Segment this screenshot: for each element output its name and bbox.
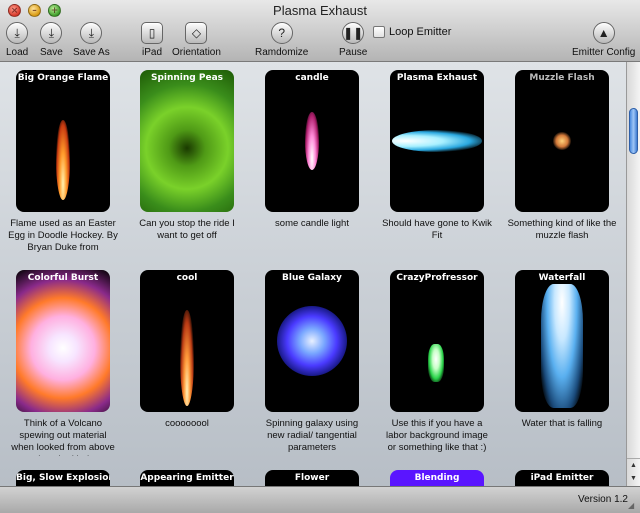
emitter-desc: Something kind of like the muzzle flash — [507, 218, 617, 241]
emitter-card-flower[interactable]: Flower — [265, 470, 359, 486]
emitter-name: Blue Galaxy — [282, 273, 342, 283]
emitter-desc: Flame used as an Easter Egg in Doodle Ho… — [8, 218, 118, 253]
vertical-scrollbar[interactable]: ▲ ▼ — [626, 62, 640, 486]
waterfall-effect — [541, 284, 583, 408]
candle-effect — [305, 112, 319, 170]
save-label: Save — [40, 47, 63, 58]
plasma-effect — [392, 130, 482, 152]
emitter-card-ipad-emitter[interactable]: iPad Emitter — [515, 470, 609, 486]
flame-effect — [56, 120, 70, 200]
window-title: Plasma Exhaust — [273, 3, 367, 18]
emitter-name: candle — [295, 73, 329, 83]
emitter-card-blending[interactable]: Blending — [390, 470, 484, 486]
emitter-name: iPad Emitter — [530, 473, 594, 483]
emitter-grid: Big Orange Flame Flame used as an Easter… — [0, 62, 626, 486]
version-label: Version 1.2 — [577, 494, 628, 505]
resize-grip-icon[interactable]: ◢ — [628, 501, 638, 511]
emitter-desc: Spinning galaxy using new radial/ tangen… — [265, 418, 359, 453]
randomize-button[interactable]: ? Ramdomize — [255, 22, 308, 58]
emitter-desc: Can you stop the ride I want to get off — [139, 218, 235, 241]
emitter-desc: Use this if you have a labor background … — [386, 418, 488, 453]
emitter-name: Colorful Burst — [27, 273, 99, 283]
orientation-button[interactable]: ◇ Orientation — [172, 22, 221, 58]
load-icon: ⤓ — [6, 22, 29, 44]
save-as-button[interactable]: ⤓ Save As — [73, 22, 110, 58]
scrollbar-thumb[interactable] — [629, 108, 638, 154]
emitter-name: Muzzle Flash — [529, 73, 595, 83]
emitter-desc: coooooool — [165, 418, 209, 429]
emitter-card-waterfall[interactable]: Waterfall — [515, 270, 609, 412]
pause-label: Pause — [339, 47, 368, 58]
emitter-desc: Water that is falling — [521, 418, 603, 429]
emitter-card-crazy-professor[interactable]: CrazyProfressor — [390, 270, 484, 412]
status-bar: Version 1.2 ◢ — [0, 486, 640, 513]
emitter-name: Blending — [414, 473, 460, 483]
emitter-card-plasma-exhaust[interactable]: Plasma Exhaust — [390, 70, 484, 212]
emitter-config-label: Emitter Config — [572, 47, 636, 58]
emitter-card-candle[interactable]: candle — [265, 70, 359, 212]
save-button[interactable]: ⤓ Save — [40, 22, 63, 58]
orientation-icon: ◇ — [185, 22, 208, 44]
ipad-label: iPad — [141, 47, 162, 58]
emitter-card-big-slow-explosion[interactable]: Big, Slow Explosion — [16, 470, 110, 486]
loop-emitter-label: Loop Emitter — [389, 26, 452, 38]
galaxy-effect — [277, 306, 347, 376]
emitter-card-appearing-emitter[interactable]: Appearing Emitter — [140, 470, 234, 486]
emitter-name: Big, Slow Explosion — [16, 473, 110, 483]
emitter-card-blue-galaxy[interactable]: Blue Galaxy — [265, 270, 359, 412]
emitter-card-big-orange-flame[interactable]: Big Orange Flame — [16, 70, 110, 212]
emitter-config-button[interactable]: ▲ Emitter Config — [572, 22, 635, 58]
orientation-label: Orientation — [172, 47, 221, 58]
emitter-card-muzzle-flash[interactable]: Muzzle Flash — [515, 70, 609, 212]
emitter-name: cool — [176, 273, 198, 283]
scroll-arrows[interactable]: ▲ ▼ — [627, 458, 640, 486]
emitter-name: Flower — [294, 473, 330, 483]
save-as-icon: ⤓ — [80, 22, 103, 44]
toolbar: × – + Plasma Exhaust ⤓ Load ⤓ Save ⤓ Sav… — [0, 0, 640, 62]
emitter-card-spinning-peas[interactable]: Spinning Peas — [140, 70, 234, 212]
load-button[interactable]: ⤓ Load — [6, 22, 28, 58]
pause-button[interactable]: ❚❚ Pause — [339, 22, 367, 58]
cool-effect — [180, 310, 194, 406]
pause-icon: ❚❚ — [342, 22, 365, 44]
emitter-name: CrazyProfressor — [396, 273, 478, 283]
randomize-label: Ramdomize — [255, 47, 309, 58]
load-label: Load — [6, 47, 29, 58]
loop-emitter-toggle[interactable]: Loop Emitter — [373, 26, 451, 38]
muzzle-effect — [553, 132, 571, 150]
crazy-professor-effect — [428, 344, 444, 382]
question-icon: ? — [270, 22, 293, 44]
save-icon: ⤓ — [40, 22, 63, 44]
emitter-name: Appearing Emitter — [140, 473, 234, 483]
emitter-desc: some candle light — [275, 218, 349, 229]
ipad-icon: ▯ — [141, 22, 163, 44]
emitter-desc: Should have gone to Kwik Fit — [382, 218, 492, 241]
save-as-label: Save As — [73, 47, 110, 58]
emitter-desc: Think of a Volcano spewing out material … — [11, 418, 115, 456]
emitter-card-colorful-burst[interactable]: Colorful Burst — [16, 270, 110, 412]
app-window: × – + Plasma Exhaust ⤓ Load ⤓ Save ⤓ Sav… — [0, 0, 640, 513]
loop-emitter-checkbox[interactable] — [373, 26, 385, 38]
emitter-name: Waterfall — [538, 273, 586, 283]
ipad-button[interactable]: ▯ iPad — [141, 22, 163, 58]
emitter-name: Spinning Peas — [150, 73, 224, 83]
emitter-config-icon: ▲ — [592, 22, 615, 44]
emitter-card-cool[interactable]: cool — [140, 270, 234, 412]
emitter-name: Big Orange Flame — [17, 73, 109, 83]
emitter-name: Plasma Exhaust — [396, 73, 478, 83]
